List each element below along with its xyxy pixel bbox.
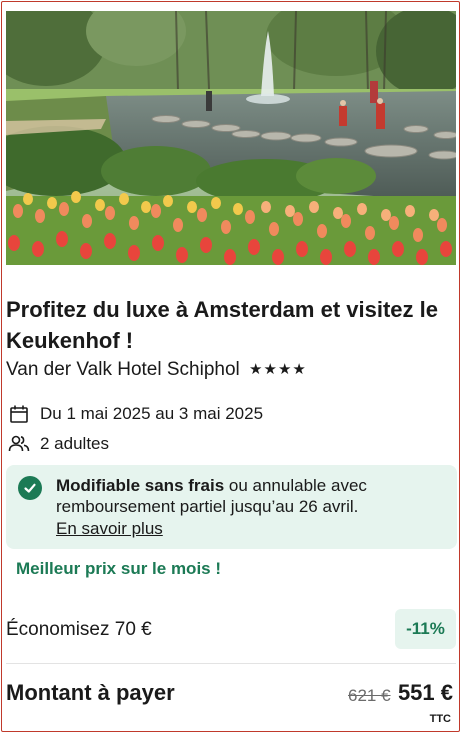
hotel-line: Van der Valk Hotel Schiphol ★★★★ xyxy=(6,358,307,383)
new-price: 551 € xyxy=(397,680,453,705)
hotel-stars: ★★★★ xyxy=(249,361,307,378)
stay-dates: Du 1 mai 2025 au 3 mai 2025 xyxy=(8,403,263,425)
best-price-label: Meilleur prix sur le mois ! xyxy=(16,559,222,578)
discount-badge: -11% xyxy=(395,609,456,649)
people-icon xyxy=(8,433,30,455)
amount-to-pay-label: Montant à payer xyxy=(6,680,175,705)
offer-photo[interactable] xyxy=(6,11,456,265)
cancellation-text: Modifiable sans frais ou annulable avec … xyxy=(56,475,446,539)
keukenhof-photo xyxy=(6,11,456,265)
divider xyxy=(6,663,456,664)
calendar-icon xyxy=(8,403,30,425)
cancellation-notice: Modifiable sans frais ou annulable avec … xyxy=(6,465,457,549)
savings-label: Économisez 70 € xyxy=(6,619,152,640)
offer-title[interactable]: Profitez du luxe à Amsterdam et visitez … xyxy=(6,294,456,356)
check-circle-icon xyxy=(18,476,42,500)
offer-card[interactable]: Profitez du luxe à Amsterdam et visitez … xyxy=(1,1,460,732)
learn-more-link[interactable]: En savoir plus xyxy=(56,518,163,539)
hotel-name: Van der Valk Hotel Schiphol xyxy=(6,359,240,380)
old-price: 621 € xyxy=(348,686,391,705)
guests-text: 2 adultes xyxy=(40,434,109,453)
dates-text: Du 1 mai 2025 au 3 mai 2025 xyxy=(40,404,264,423)
guests-info: 2 adultes xyxy=(8,433,109,455)
cancellation-bold: Modifiable sans frais xyxy=(56,476,225,495)
tax-note: TTC xyxy=(429,713,451,725)
